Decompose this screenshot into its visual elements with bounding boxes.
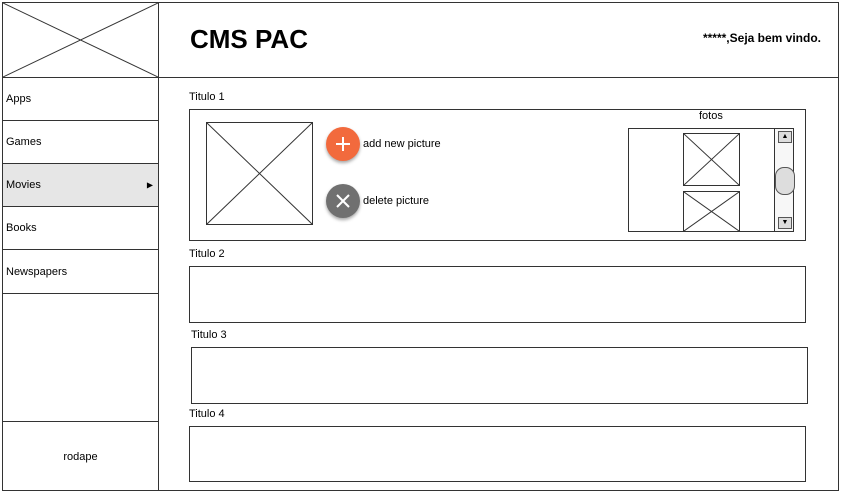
photos-scrollbar[interactable]: ▲ ▼: [774, 128, 795, 232]
chevron-right-icon: ▶: [146, 180, 153, 190]
scroll-up-icon[interactable]: ▲: [778, 131, 792, 143]
section-3-field[interactable]: [191, 347, 808, 404]
add-picture-label[interactable]: add new picture: [363, 138, 441, 150]
sidebar-item-label: Newspapers: [6, 265, 68, 278]
scroll-down-icon[interactable]: ▼: [778, 217, 792, 229]
welcome-text: *****,Seja bem vindo.: [702, 31, 821, 45]
footer-label: rodape: [63, 450, 98, 463]
header-divider: [158, 77, 839, 78]
section-4-label: Titulo 4: [189, 408, 225, 420]
sidebar-item-label: Books: [6, 222, 37, 234]
add-picture-button[interactable]: [326, 127, 360, 161]
plus-icon: [336, 137, 350, 151]
section-4-field[interactable]: [189, 426, 806, 482]
page-title: CMS PAC: [190, 24, 308, 54]
sidebar-divider: [158, 77, 159, 491]
sidebar-item-games[interactable]: Games: [3, 121, 158, 164]
sidebar-item-movies[interactable]: Movies ▶: [3, 164, 158, 207]
delete-picture-button[interactable]: [326, 184, 360, 218]
main-picture-placeholder: [206, 122, 313, 225]
sidebar-item-label: Movies: [6, 179, 41, 191]
scrollbar-thumb[interactable]: [775, 167, 795, 195]
photos-label: fotos: [699, 110, 723, 122]
logo-placeholder: [2, 2, 159, 78]
section-3-label: Titulo 3: [191, 329, 227, 341]
section-1-label: Titulo 1: [189, 91, 225, 103]
photo-thumbnail[interactable]: [683, 191, 740, 232]
sidebar-item-label: Apps: [6, 93, 32, 105]
sidebar-item-books[interactable]: Books: [3, 207, 158, 250]
section-2-label: Titulo 2: [189, 248, 225, 260]
sidebar-item-label: Games: [6, 136, 42, 148]
sidebar-item-newspapers[interactable]: Newspapers: [3, 250, 158, 294]
photo-thumbnail[interactable]: [683, 133, 740, 186]
section-2-field[interactable]: [189, 266, 806, 323]
delete-picture-label[interactable]: delete picture: [363, 195, 429, 207]
sidebar-item-apps[interactable]: Apps: [3, 78, 158, 121]
close-icon: [336, 194, 350, 208]
